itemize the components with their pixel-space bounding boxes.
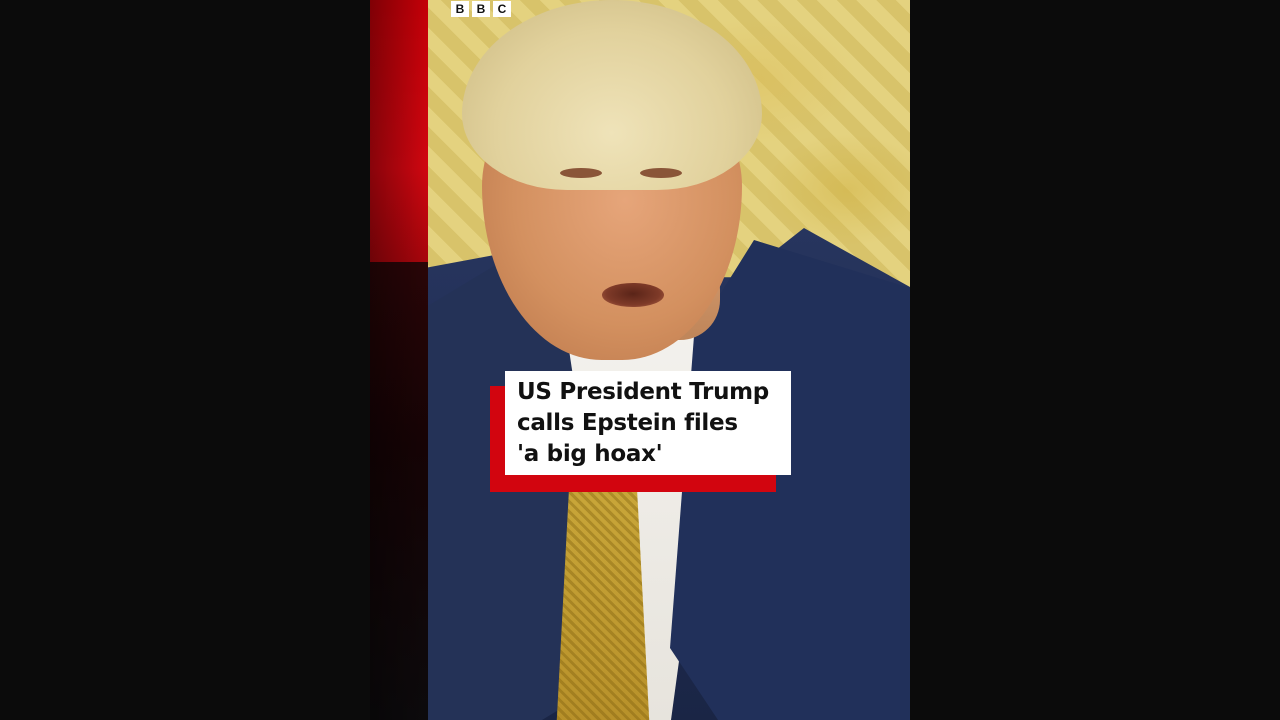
caption-line-2: calls Epstein files [517, 410, 738, 436]
bbc-logo: B B C [451, 1, 511, 17]
mouth [602, 283, 664, 307]
eye-left [560, 168, 602, 178]
bbc-logo-letter: B [451, 1, 469, 17]
eye-right [640, 168, 682, 178]
caption-line-3: 'a big hoax' [517, 441, 663, 467]
headline-caption: US President Trump calls Epstein files '… [505, 371, 791, 475]
bbc-logo-letter: C [493, 1, 511, 17]
video-frame[interactable]: B B C US President Trump calls Epstein f… [370, 0, 910, 720]
caption-line-1: US President Trump [517, 379, 769, 405]
bbc-logo-letter: B [472, 1, 490, 17]
